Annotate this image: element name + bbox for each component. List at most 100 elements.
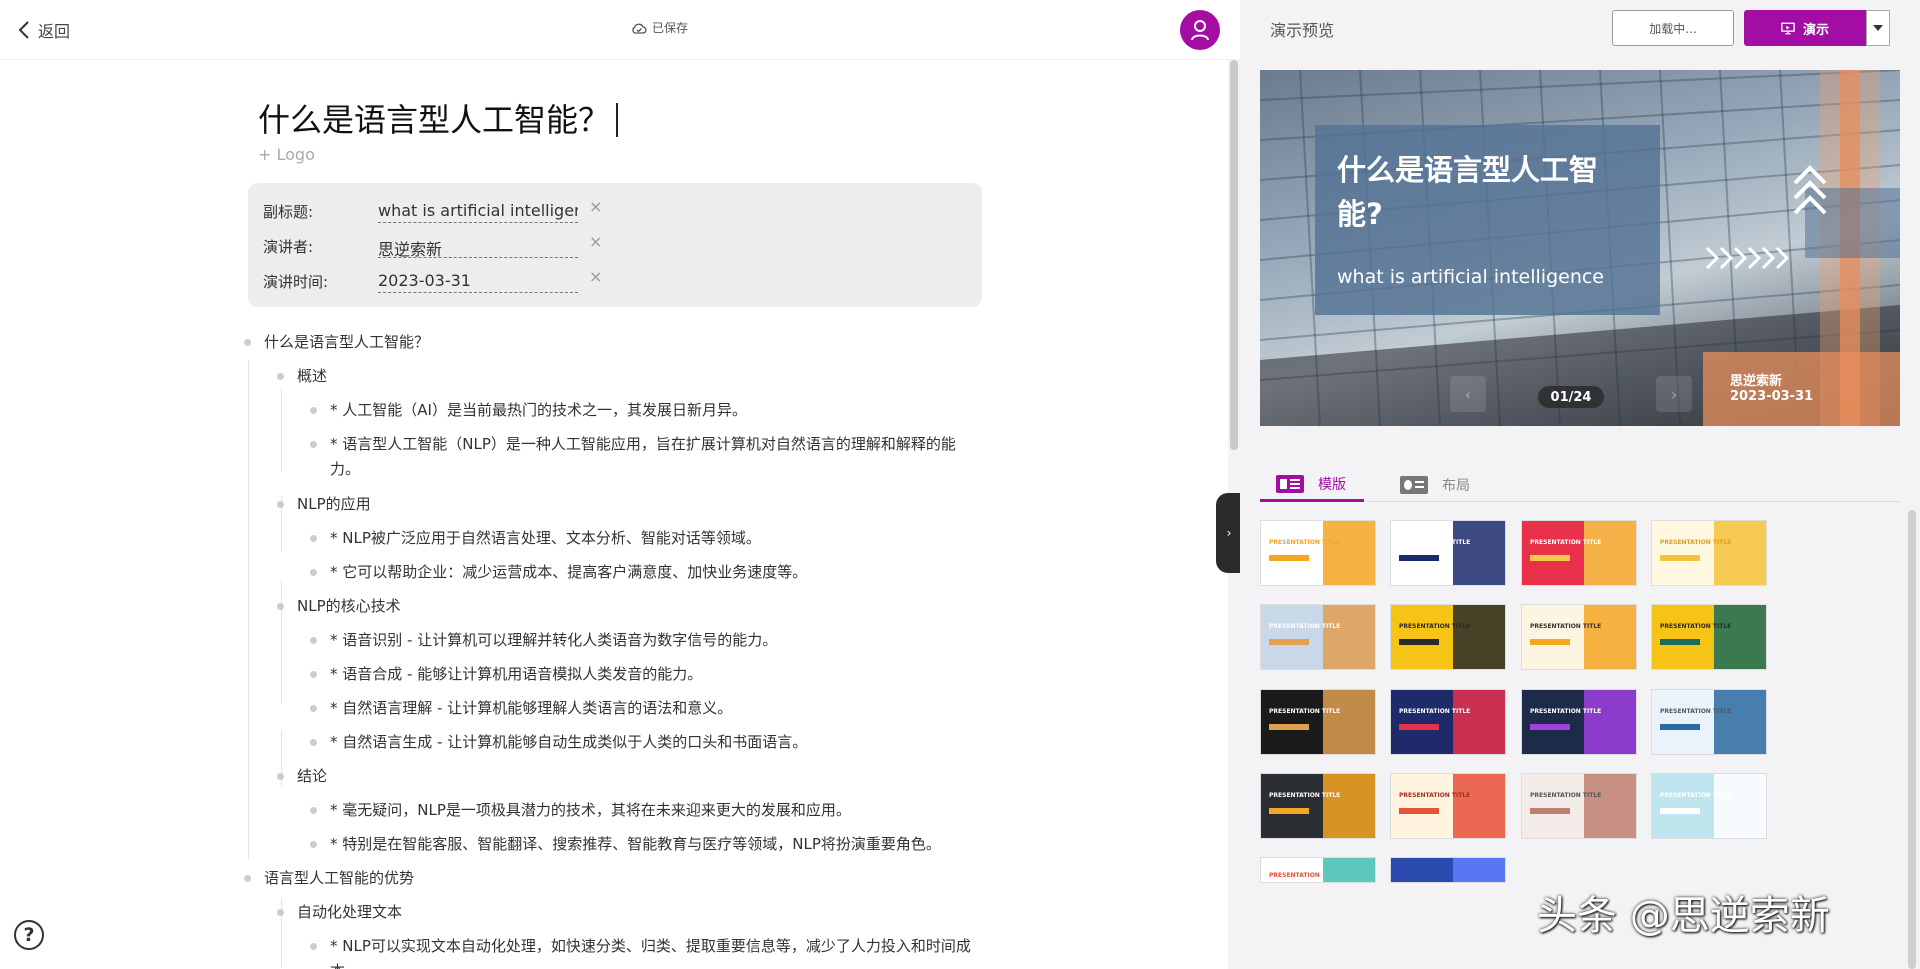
bullet-dot[interactable] bbox=[310, 739, 317, 746]
outline-item-l3[interactable]: * 自然语言理解 - 让计算机能够理解人类语言的语法和意义。 bbox=[310, 696, 732, 721]
template-card[interactable]: PRESENTATION TITLE bbox=[1651, 520, 1767, 586]
outline-item-l3[interactable]: * 语音识别 - 让计算机可以理解并转化人类语音为数字信号的能力。 bbox=[310, 628, 778, 653]
outline-item-l3[interactable]: * 它可以帮助企业：减少运营成本、提高客户满意度、加快业务速度等。 bbox=[310, 560, 807, 585]
subtitle-row: 副标题: what is artificial intelligence × bbox=[263, 197, 963, 223]
present-dropdown-button[interactable] bbox=[1866, 10, 1890, 46]
outline-item-l3[interactable]: * NLP可以实现文本自动化处理，如快速分类、归类、提取重要信息等，减少了人力投… bbox=[310, 934, 980, 969]
top-bar: 返回 已保存 bbox=[0, 0, 1240, 60]
bullet-dot[interactable] bbox=[310, 705, 317, 712]
template-card[interactable]: PRESENTATION bbox=[1260, 857, 1376, 883]
loading-button[interactable]: 加载中... bbox=[1612, 10, 1734, 46]
template-card[interactable]: PRESENTATION TITLE bbox=[1390, 520, 1506, 586]
template-card[interactable]: PRESENTATION TITLE bbox=[1390, 689, 1506, 755]
template-card[interactable]: PRESENTATION TITLE bbox=[1260, 604, 1376, 670]
bullet-dot[interactable] bbox=[277, 501, 284, 508]
template-subtitle-bar bbox=[1530, 555, 1570, 561]
document-title[interactable]: 什么是语言型人工智能？ bbox=[258, 95, 619, 141]
bullet-dot[interactable] bbox=[310, 841, 317, 848]
time-field[interactable]: 2023-03-31 bbox=[378, 267, 578, 293]
outline-item-l3[interactable]: * 自然语言生成 - 让计算机能够自动生成类似于人类的口头和书面语言。 bbox=[310, 730, 807, 755]
template-scrollbar[interactable] bbox=[1907, 510, 1917, 969]
next-slide-button[interactable]: › bbox=[1656, 376, 1692, 412]
bullet-dot[interactable] bbox=[310, 807, 317, 814]
template-card[interactable]: PRESENTATION TITLE bbox=[1651, 689, 1767, 755]
chevrons-right-icon bbox=[1705, 246, 1790, 270]
presenter-label: 演讲者: bbox=[263, 238, 314, 256]
bullet-dot[interactable] bbox=[310, 407, 317, 414]
bullet-dot[interactable] bbox=[277, 773, 284, 780]
bullet-dot[interactable] bbox=[310, 943, 317, 950]
presenter-field[interactable]: 思逆索新 bbox=[378, 232, 578, 258]
clear-time-icon[interactable]: × bbox=[589, 267, 602, 286]
template-card[interactable]: PRESENTATION TITLE bbox=[1521, 520, 1637, 586]
template-title: PRESENTATION TITLE bbox=[1660, 792, 1732, 799]
outline-item-l3[interactable]: * NLP被广泛应用于自然语言处理、文本分析、智能对话等领域。 bbox=[310, 526, 761, 551]
outline-item-l2[interactable]: NLP的核心技术 bbox=[277, 594, 401, 619]
outline-item-l3[interactable]: * 人工智能（AI）是当前最热门的技术之一，其发展日新月异。 bbox=[310, 398, 747, 423]
template-card[interactable]: PRESENTATION TITLE bbox=[1651, 773, 1767, 839]
bullet-dot[interactable] bbox=[310, 637, 317, 644]
tab-templates-label: 模版 bbox=[1318, 476, 1346, 493]
template-card[interactable] bbox=[1390, 857, 1506, 883]
outline-item-l3[interactable]: * 语音合成 - 能够让计算机用语音模拟人类发音的能力。 bbox=[310, 662, 702, 687]
outline-text: * 语言型人工智能（NLP）是一种人工智能应用，旨在扩展计算机对自然语言的理解和… bbox=[330, 435, 956, 478]
template-card[interactable]: PRESENTATION TITLE bbox=[1521, 604, 1637, 670]
template-card[interactable]: PRESENTATION TITLE bbox=[1260, 689, 1376, 755]
outline-item-l2[interactable]: NLP的应用 bbox=[277, 492, 371, 517]
subtitle-field[interactable]: what is artificial intelligence bbox=[378, 197, 578, 223]
template-scrollbar-thumb[interactable] bbox=[1908, 510, 1916, 969]
bullet-dot[interactable] bbox=[277, 603, 284, 610]
template-card[interactable]: PRESENTATION TITLE bbox=[1260, 520, 1376, 586]
present-button[interactable]: 演示 bbox=[1744, 10, 1866, 46]
template-subtitle-bar bbox=[1269, 724, 1309, 730]
template-decoration bbox=[1322, 605, 1375, 669]
bullet-dot[interactable] bbox=[310, 535, 317, 542]
clear-subtitle-icon[interactable]: × bbox=[589, 197, 602, 216]
outline-item-l1[interactable]: 语言型人工智能的优势 bbox=[244, 866, 414, 891]
collapse-preview-button[interactable]: › bbox=[1216, 493, 1242, 573]
template-card[interactable]: PRESENTATION TITLE bbox=[1390, 604, 1506, 670]
outline-item-l2[interactable]: 结论 bbox=[277, 764, 328, 789]
outline-item-l1[interactable]: 什么是语言型人工智能？ bbox=[244, 330, 429, 355]
help-button[interactable]: ? bbox=[14, 920, 44, 950]
prev-slide-button[interactable]: ‹ bbox=[1450, 376, 1486, 412]
bullet-dot[interactable] bbox=[310, 569, 317, 576]
save-status-label: 已保存 bbox=[652, 21, 689, 35]
outline-item-l3[interactable]: * 特别是在智能客服、智能翻译、搜索推荐、智能教育与医疗等领域，NLP将扮演重要… bbox=[310, 832, 941, 857]
add-logo-button[interactable]: + Logo bbox=[258, 145, 315, 164]
template-card[interactable]: PRESENTATION TITLE bbox=[1390, 773, 1506, 839]
clear-presenter-icon[interactable]: × bbox=[589, 232, 602, 251]
outline-item-l3[interactable]: * 语言型人工智能（NLP）是一种人工智能应用，旨在扩展计算机对自然语言的理解和… bbox=[310, 432, 980, 482]
tab-layout[interactable]: 布局 bbox=[1400, 468, 1470, 502]
tab-templates[interactable]: 模版 bbox=[1260, 468, 1364, 502]
bullet-dot[interactable] bbox=[310, 441, 317, 448]
outline-text: * 语音识别 - 让计算机可以理解并转化人类语音为数字信号的能力。 bbox=[330, 631, 778, 649]
template-card[interactable]: PRESENTATION TITLE bbox=[1521, 689, 1637, 755]
user-avatar[interactable] bbox=[1180, 10, 1220, 50]
bullet-dot[interactable] bbox=[244, 339, 251, 346]
outline-text: * 人工智能（AI）是当前最热门的技术之一，其发展日新月异。 bbox=[330, 401, 747, 419]
bullet-dot[interactable] bbox=[277, 373, 284, 380]
back-button[interactable]: 返回 bbox=[18, 18, 70, 42]
bullet-dot[interactable] bbox=[244, 875, 251, 882]
outline-item-l2[interactable]: 概述 bbox=[277, 364, 327, 389]
caret-down-icon bbox=[1873, 25, 1883, 31]
outline-text: * NLP被广泛应用于自然语言处理、文本分析、智能对话等领域。 bbox=[330, 529, 761, 547]
template-title: PRESENTATION TITLE bbox=[1530, 623, 1602, 630]
template-decoration bbox=[1452, 858, 1505, 882]
slide-preview[interactable]: 什么是语言型人工智能? what is artificial intellige… bbox=[1260, 70, 1900, 426]
template-subtitle-bar bbox=[1660, 555, 1700, 561]
outline-text: 结论 bbox=[297, 767, 328, 785]
template-card[interactable]: PRESENTATION TITLE bbox=[1651, 604, 1767, 670]
outline-text: * 特别是在智能客服、智能翻译、搜索推荐、智能教育与医疗等领域，NLP将扮演重要… bbox=[330, 835, 941, 853]
outline-item-l2[interactable]: 自动化处理文本 bbox=[277, 900, 402, 925]
template-decoration bbox=[1322, 774, 1375, 838]
template-decoration bbox=[1322, 858, 1375, 882]
template-card[interactable]: PRESENTATION TITLE bbox=[1521, 773, 1637, 839]
preview-panel: 演示预览 加载中... 演示 什么是语言型人工智能? what is artif… bbox=[1240, 0, 1920, 969]
template-card[interactable]: PRESENTATION TITLE bbox=[1260, 773, 1376, 839]
outline-item-l3[interactable]: * 毫无疑问，NLP是一项极具潜力的技术，其将在未来迎来更大的发展和应用。 bbox=[310, 798, 851, 823]
editor-scrollbar-thumb[interactable] bbox=[1230, 60, 1238, 450]
bullet-dot[interactable] bbox=[277, 909, 284, 916]
bullet-dot[interactable] bbox=[310, 671, 317, 678]
